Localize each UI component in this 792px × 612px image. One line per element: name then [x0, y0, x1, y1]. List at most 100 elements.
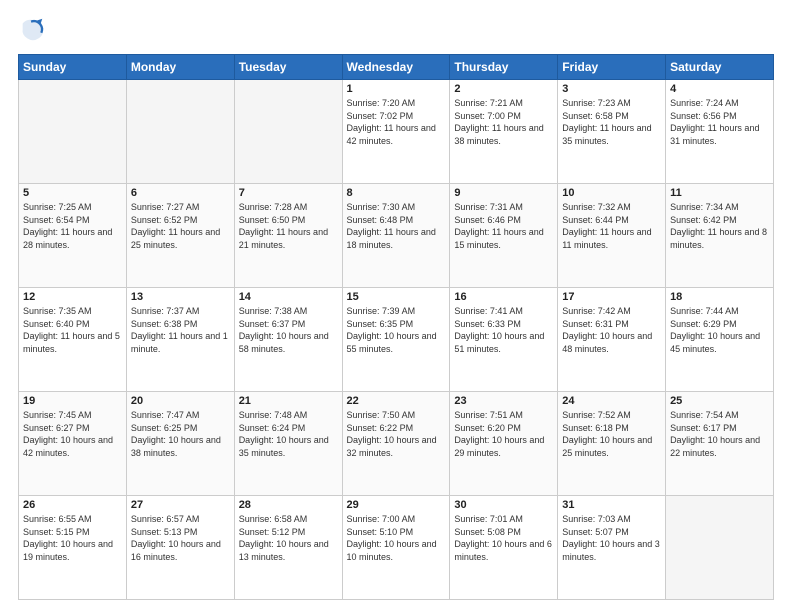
calendar-cell: 5 Sunrise: 7:25 AM Sunset: 6:54 PM Daylig…: [19, 184, 127, 288]
day-info: Sunrise: 7:28 AM Sunset: 6:50 PM Dayligh…: [239, 201, 338, 251]
day-number: 15: [347, 291, 446, 303]
calendar-cell: 23 Sunrise: 7:51 AM Sunset: 6:20 PM Dayli…: [450, 392, 558, 496]
day-info: Sunrise: 7:52 AM Sunset: 6:18 PM Dayligh…: [562, 409, 661, 459]
calendar-cell: [126, 80, 234, 184]
calendar-cell: 24 Sunrise: 7:52 AM Sunset: 6:18 PM Dayli…: [558, 392, 666, 496]
calendar-cell: 6 Sunrise: 7:27 AM Sunset: 6:52 PM Daylig…: [126, 184, 234, 288]
day-number: 31: [562, 499, 661, 511]
day-info: Sunrise: 7:54 AM Sunset: 6:17 PM Dayligh…: [670, 409, 769, 459]
day-number: 14: [239, 291, 338, 303]
calendar-cell: 22 Sunrise: 7:50 AM Sunset: 6:22 PM Dayli…: [342, 392, 450, 496]
logo: [18, 16, 50, 44]
day-number: 24: [562, 395, 661, 407]
day-number: 13: [131, 291, 230, 303]
weekday-header-wednesday: Wednesday: [342, 55, 450, 80]
day-info: Sunrise: 7:01 AM Sunset: 5:08 PM Dayligh…: [454, 513, 553, 563]
day-number: 29: [347, 499, 446, 511]
day-info: Sunrise: 7:42 AM Sunset: 6:31 PM Dayligh…: [562, 305, 661, 355]
calendar-cell: 3 Sunrise: 7:23 AM Sunset: 6:58 PM Daylig…: [558, 80, 666, 184]
day-number: 12: [23, 291, 122, 303]
day-number: 6: [131, 187, 230, 199]
calendar-cell: 11 Sunrise: 7:34 AM Sunset: 6:42 PM Dayli…: [666, 184, 774, 288]
day-info: Sunrise: 7:48 AM Sunset: 6:24 PM Dayligh…: [239, 409, 338, 459]
calendar-cell: 29 Sunrise: 7:00 AM Sunset: 5:10 PM Dayli…: [342, 496, 450, 600]
day-info: Sunrise: 7:25 AM Sunset: 6:54 PM Dayligh…: [23, 201, 122, 251]
calendar-cell: 1 Sunrise: 7:20 AM Sunset: 7:02 PM Daylig…: [342, 80, 450, 184]
day-number: 1: [347, 83, 446, 95]
weekday-header-saturday: Saturday: [666, 55, 774, 80]
calendar-cell: 17 Sunrise: 7:42 AM Sunset: 6:31 PM Dayli…: [558, 288, 666, 392]
weekday-header-tuesday: Tuesday: [234, 55, 342, 80]
calendar-cell: 19Sunrise: 7:45 AM Sunset: 6:27 PM Dayli…: [19, 392, 127, 496]
day-number: 10: [562, 187, 661, 199]
calendar-cell: 4Sunrise: 7:24 AM Sunset: 6:56 PM Daylig…: [666, 80, 774, 184]
calendar-cell: 14 Sunrise: 7:38 AM Sunset: 6:37 PM Dayli…: [234, 288, 342, 392]
day-info: Sunrise: 7:41 AM Sunset: 6:33 PM Dayligh…: [454, 305, 553, 355]
day-info: Sunrise: 7:47 AM Sunset: 6:25 PM Dayligh…: [131, 409, 230, 459]
day-number: 27: [131, 499, 230, 511]
day-number: 11: [670, 187, 769, 199]
day-info: Sunrise: 7:31 AM Sunset: 6:46 PM Dayligh…: [454, 201, 553, 251]
day-number: 22: [347, 395, 446, 407]
day-number: 5: [23, 187, 122, 199]
day-number: 28: [239, 499, 338, 511]
calendar-cell: [234, 80, 342, 184]
calendar-cell: 21 Sunrise: 7:48 AM Sunset: 6:24 PM Dayli…: [234, 392, 342, 496]
day-info: Sunrise: 7:39 AM Sunset: 6:35 PM Dayligh…: [347, 305, 446, 355]
day-info: Sunrise: 6:55 AM Sunset: 5:15 PM Dayligh…: [23, 513, 122, 563]
calendar-cell: 13 Sunrise: 7:37 AM Sunset: 6:38 PM Dayli…: [126, 288, 234, 392]
day-info: Sunrise: 7:27 AM Sunset: 6:52 PM Dayligh…: [131, 201, 230, 251]
calendar-cell: 26 Sunrise: 6:55 AM Sunset: 5:15 PM Dayli…: [19, 496, 127, 600]
day-number: 16: [454, 291, 553, 303]
day-info: Sunrise: 7:50 AM Sunset: 6:22 PM Dayligh…: [347, 409, 446, 459]
day-number: 25: [670, 395, 769, 407]
day-number: 30: [454, 499, 553, 511]
calendar-cell: 12Sunrise: 7:35 AM Sunset: 6:40 PM Dayli…: [19, 288, 127, 392]
calendar-cell: 9Sunrise: 7:31 AM Sunset: 6:46 PM Daylig…: [450, 184, 558, 288]
day-info: Sunrise: 7:51 AM Sunset: 6:20 PM Dayligh…: [454, 409, 553, 459]
day-number: 17: [562, 291, 661, 303]
day-info: Sunrise: 7:03 AM Sunset: 5:07 PM Dayligh…: [562, 513, 661, 563]
day-number: 26: [23, 499, 122, 511]
header: [18, 16, 774, 44]
day-info: Sunrise: 7:34 AM Sunset: 6:42 PM Dayligh…: [670, 201, 769, 251]
day-number: 8: [347, 187, 446, 199]
day-number: 19: [23, 395, 122, 407]
week-row-4: 19Sunrise: 7:45 AM Sunset: 6:27 PM Dayli…: [19, 392, 774, 496]
calendar-cell: 20 Sunrise: 7:47 AM Sunset: 6:25 PM Dayli…: [126, 392, 234, 496]
calendar-cell: 31 Sunrise: 7:03 AM Sunset: 5:07 PM Dayli…: [558, 496, 666, 600]
day-info: Sunrise: 6:57 AM Sunset: 5:13 PM Dayligh…: [131, 513, 230, 563]
day-number: 20: [131, 395, 230, 407]
weekday-header-monday: Monday: [126, 55, 234, 80]
day-info: Sunrise: 7:38 AM Sunset: 6:37 PM Dayligh…: [239, 305, 338, 355]
logo-icon: [18, 16, 46, 44]
day-info: Sunrise: 7:44 AM Sunset: 6:29 PM Dayligh…: [670, 305, 769, 355]
day-info: Sunrise: 7:00 AM Sunset: 5:10 PM Dayligh…: [347, 513, 446, 563]
week-row-2: 5 Sunrise: 7:25 AM Sunset: 6:54 PM Daylig…: [19, 184, 774, 288]
calendar-cell: 16 Sunrise: 7:41 AM Sunset: 6:33 PM Dayli…: [450, 288, 558, 392]
calendar-cell: 30 Sunrise: 7:01 AM Sunset: 5:08 PM Dayli…: [450, 496, 558, 600]
weekday-header-sunday: Sunday: [19, 55, 127, 80]
day-info: Sunrise: 7:37 AM Sunset: 6:38 PM Dayligh…: [131, 305, 230, 355]
day-number: 21: [239, 395, 338, 407]
calendar-cell: 8Sunrise: 7:30 AM Sunset: 6:48 PM Daylig…: [342, 184, 450, 288]
day-number: 7: [239, 187, 338, 199]
day-number: 18: [670, 291, 769, 303]
week-row-1: 1 Sunrise: 7:20 AM Sunset: 7:02 PM Daylig…: [19, 80, 774, 184]
calendar-cell: 2Sunrise: 7:21 AM Sunset: 7:00 PM Daylig…: [450, 80, 558, 184]
calendar-cell: 27 Sunrise: 6:57 AM Sunset: 5:13 PM Dayli…: [126, 496, 234, 600]
day-info: Sunrise: 7:23 AM Sunset: 6:58 PM Dayligh…: [562, 97, 661, 147]
calendar-cell: 28Sunrise: 6:58 AM Sunset: 5:12 PM Dayli…: [234, 496, 342, 600]
calendar-cell: 15 Sunrise: 7:39 AM Sunset: 6:35 PM Dayli…: [342, 288, 450, 392]
weekday-header-thursday: Thursday: [450, 55, 558, 80]
calendar-cell: [666, 496, 774, 600]
day-number: 23: [454, 395, 553, 407]
day-number: 3: [562, 83, 661, 95]
calendar-cell: [19, 80, 127, 184]
calendar-table: SundayMondayTuesdayWednesdayThursdayFrid…: [18, 54, 774, 600]
calendar-cell: 7 Sunrise: 7:28 AM Sunset: 6:50 PM Daylig…: [234, 184, 342, 288]
day-info: Sunrise: 7:20 AM Sunset: 7:02 PM Dayligh…: [347, 97, 446, 147]
calendar-cell: 25 Sunrise: 7:54 AM Sunset: 6:17 PM Dayli…: [666, 392, 774, 496]
day-info: Sunrise: 7:32 AM Sunset: 6:44 PM Dayligh…: [562, 201, 661, 251]
day-info: Sunrise: 7:21 AM Sunset: 7:00 PM Dayligh…: [454, 97, 553, 147]
